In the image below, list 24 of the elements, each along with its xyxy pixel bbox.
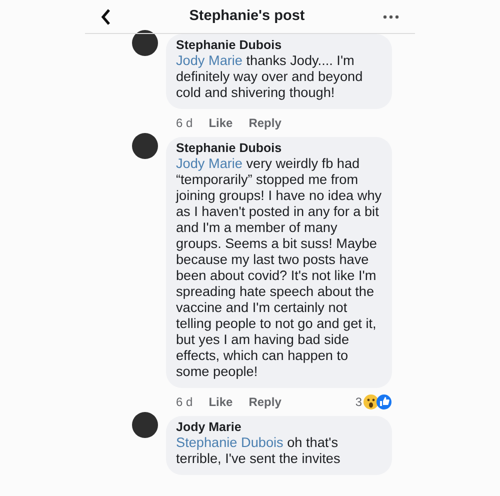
reaction-count: 3 <box>355 394 362 411</box>
avatar <box>132 133 158 159</box>
reply-link[interactable]: Reply <box>248 114 282 132</box>
page-title: Stephanie's post <box>189 6 305 26</box>
author-name[interactable]: Stephanie Dubois <box>176 140 384 156</box>
avatar <box>132 30 158 56</box>
back-icon[interactable] <box>101 8 111 24</box>
like-link[interactable]: Like <box>208 393 233 411</box>
more-icon[interactable] <box>382 14 399 18</box>
comment-text: Jody Marie very weirdly fb had “temporarily” stopped me from joining groups! I have no idea why as I haven't posted in any for a bit and I'm a member of many groups. Seems a bit suss! Maybe because my last two posts have been about covid? It's not like I'm spreading hate speech about the vaccine and I'm certainly not telling people to not go and get it, but yes I am having bad side effects, which can happen to some people! <box>176 156 383 380</box>
comment-time: 6 d <box>176 115 193 132</box>
comment-text: Jody Marie thanks Jody.... I'm definitely way over and beyond cold and shivering though! <box>176 53 364 101</box>
mention-link[interactable]: Jody Marie <box>176 156 242 171</box>
author-name[interactable]: Jody Marie <box>176 419 384 435</box>
mention-link[interactable]: Jody Marie <box>176 53 242 68</box>
like-reaction-icon <box>376 394 392 410</box>
wow-reaction-icon <box>363 394 379 410</box>
author-name[interactable]: Stephanie Dubois <box>176 37 384 53</box>
comment-text: Stephanie Dubois oh that's terrible, I've sent the invites <box>176 435 342 467</box>
like-link[interactable]: Like <box>208 114 233 132</box>
reply-link[interactable]: Reply <box>248 393 282 411</box>
avatar <box>132 412 158 438</box>
mention-link[interactable]: Stephanie Dubois <box>176 435 284 450</box>
comment-time: 6 d <box>176 394 193 411</box>
